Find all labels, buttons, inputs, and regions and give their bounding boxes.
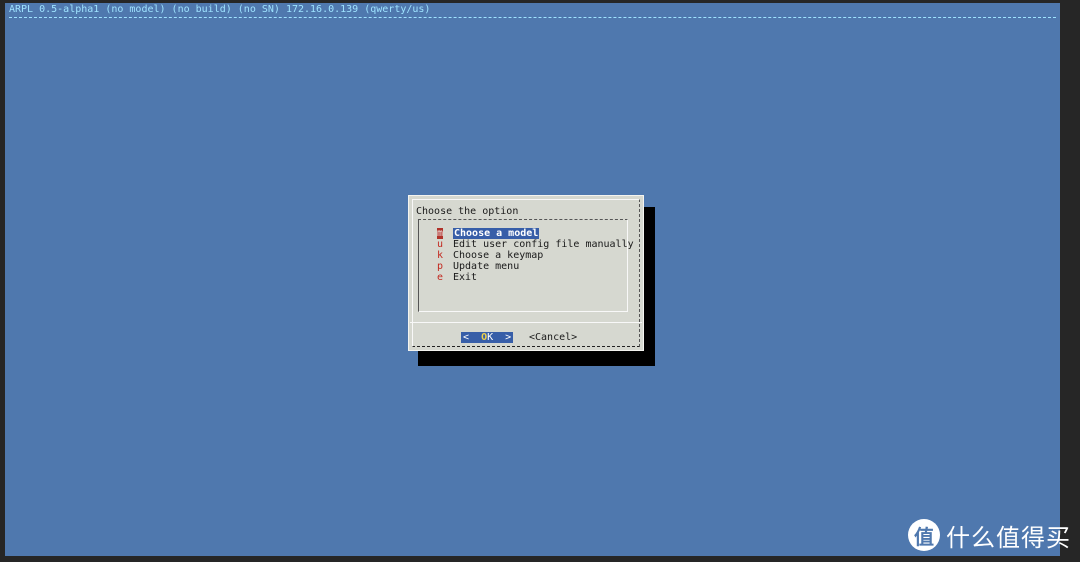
ok-button-left: < — [463, 332, 482, 343]
menu-label: Choose a model — [453, 228, 540, 239]
menu-label: Edit user config file manually — [453, 239, 634, 250]
watermark-logo-icon: 值 — [908, 519, 940, 551]
menu-dialog: Choose the option m Choose a model u Edi… — [408, 195, 644, 351]
ok-button[interactable]: < OK > — [461, 332, 514, 343]
menu-tag: m — [437, 228, 444, 239]
watermark-text: 什么值得买 — [946, 523, 1071, 552]
dialog-prompt: Choose the option — [416, 206, 519, 217]
menu-item-choose-keymap[interactable]: k Choose a keymap — [419, 250, 625, 261]
ok-button-right: K > — [487, 332, 512, 343]
menu-label: Choose a keymap — [453, 250, 544, 261]
window-frame: ARPL 0.5-alpha1 (no model) (no build) (n… — [0, 0, 1080, 562]
menu-tag: p — [437, 261, 444, 272]
backtitle-divider — [9, 17, 1056, 18]
menu-label: Exit — [453, 272, 478, 283]
menu-item-update-menu[interactable]: p Update menu — [419, 261, 625, 272]
menu-label: Update menu — [453, 261, 520, 272]
watermark: 值 什么值得买 — [908, 518, 1071, 552]
terminal-screen: ARPL 0.5-alpha1 (no model) (no build) (n… — [5, 3, 1060, 556]
backtitle: ARPL 0.5-alpha1 (no model) (no build) (n… — [9, 4, 431, 15]
menu-tag: e — [437, 272, 444, 283]
menu-list: m Choose a model u Edit user config file… — [418, 219, 634, 312]
menu-tag: k — [437, 250, 444, 261]
menu-item-choose-model[interactable]: m Choose a model — [419, 228, 625, 239]
menu-item-edit-config[interactable]: u Edit user config file manually — [419, 239, 634, 250]
cancel-button[interactable]: <Cancel> — [529, 332, 577, 343]
menu-item-exit[interactable]: e Exit — [419, 272, 625, 283]
button-divider — [410, 322, 642, 323]
menu-tag: u — [437, 239, 444, 250]
